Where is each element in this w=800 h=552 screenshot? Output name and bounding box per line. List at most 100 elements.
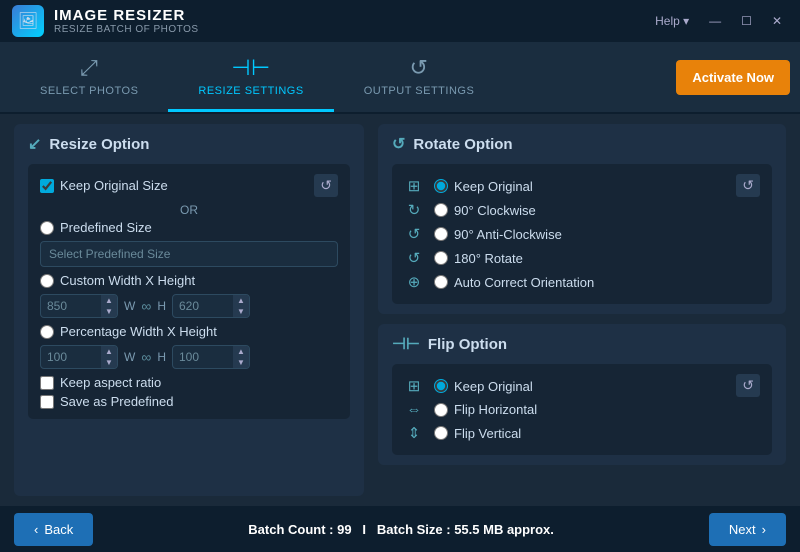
titlebar: 🖼 IMAGE RESIZER RESIZE BATCH OF PHOTOS H… [0, 0, 800, 42]
width-input[interactable] [41, 295, 101, 317]
resize-title-icon: ↙ [28, 134, 41, 154]
pct-width-up-btn[interactable]: ▲ [101, 346, 117, 357]
pct-wh-radio-label[interactable]: Percentage Width X Height [40, 324, 217, 339]
footer: ‹ Back Batch Count : 99 I Batch Size : 5… [0, 506, 800, 552]
right-panel: ↺ Rotate Option ⊞ Keep Original [378, 124, 786, 496]
titlebar-controls: Help ▾ — ☐ ✕ [649, 12, 788, 30]
flip-keep-radio-label[interactable]: Keep Original [434, 379, 533, 394]
activate-now-button[interactable]: Activate Now [676, 60, 790, 95]
output-settings-label: OUTPUT SETTINGS [364, 85, 475, 97]
pct-height-down-btn[interactable]: ▼ [233, 357, 249, 368]
keep-original-checkbox[interactable] [40, 179, 54, 193]
pct-height-input[interactable] [173, 346, 233, 368]
flip-option-panel: ⊣⊢ Flip Option ⊞ Keep Original [378, 324, 786, 465]
flip-horizontal-icon: ⇔ [404, 401, 424, 418]
nav-output-settings[interactable]: ↺ OUTPUT SETTINGS [334, 42, 505, 112]
flip-title-icon: ⊣⊢ [392, 334, 420, 354]
pct-wh-radio[interactable] [40, 325, 54, 339]
rotate-auto: ⊕ Auto Correct Orientation [404, 270, 594, 294]
flip-vertical-radio-label[interactable]: Flip Vertical [434, 426, 521, 441]
next-button[interactable]: Next › [709, 513, 786, 546]
width-up-btn[interactable]: ▲ [101, 295, 117, 306]
flip-horizontal: ⇔ Flip Horizontal [404, 398, 537, 421]
keep-original-row: Keep Original Size ↺ [40, 174, 338, 197]
help-button[interactable]: Help ▾ [649, 12, 695, 30]
rotate-reset-button[interactable]: ↺ [736, 174, 760, 197]
rotate-90acw-radio[interactable] [434, 227, 448, 241]
keep-original-checkbox-label[interactable]: Keep Original Size [40, 178, 168, 193]
select-photos-label: SELECT PHOTOS [40, 85, 138, 97]
predefined-radio[interactable] [40, 221, 54, 235]
pct-width-spinner: ▲ ▼ [101, 346, 117, 368]
keep-aspect-label[interactable]: Keep aspect ratio [40, 375, 161, 390]
width-input-group: ▲ ▼ [40, 294, 118, 318]
nav-select-photos[interactable]: ⤢ SELECT PHOTOS [10, 42, 168, 112]
keep-aspect-row: Keep aspect ratio [40, 375, 338, 390]
pct-width-input[interactable] [41, 346, 101, 368]
flip-horizontal-radio-label[interactable]: Flip Horizontal [434, 402, 537, 417]
rotate-option-box: ⊞ Keep Original ↻ 90° Clockwise [392, 164, 772, 304]
keep-aspect-checkbox[interactable] [40, 376, 54, 390]
rotate-90-cw: ↻ 90° Clockwise [404, 198, 594, 222]
app-icon: 🖼 [12, 5, 44, 37]
pct-wh-row: Percentage Width X Height [40, 324, 338, 339]
flip-option-box: ⊞ Keep Original ⇔ Flip Horizontal [392, 364, 772, 455]
flip-keep-radio[interactable] [434, 379, 448, 393]
app-title: IMAGE RESIZER [54, 7, 639, 24]
predefined-radio-label[interactable]: Predefined Size [40, 220, 152, 235]
height-input[interactable] [173, 295, 233, 317]
pct-height-up-btn[interactable]: ▲ [233, 346, 249, 357]
custom-wh-radio[interactable] [40, 274, 54, 288]
height-spinner: ▲ ▼ [233, 295, 249, 317]
save-predefined-row: Save as Predefined [40, 394, 338, 409]
flip-option-title: ⊣⊢ Flip Option [392, 334, 772, 354]
rotate-90cw-radio[interactable] [434, 203, 448, 217]
resize-settings-icon: ⊣⊢ [231, 55, 270, 81]
or-divider: OR [40, 203, 338, 217]
pct-height-spinner: ▲ ▼ [233, 346, 249, 368]
height-down-btn[interactable]: ▼ [233, 306, 249, 317]
select-photos-icon: ⤢ [80, 55, 98, 81]
back-icon: ‹ [34, 522, 38, 537]
custom-wh-radio-label[interactable]: Custom Width X Height [40, 273, 195, 288]
rotate-option-title: ↺ Rotate Option [392, 134, 772, 154]
navbar: ⤢ SELECT PHOTOS ⊣⊢ RESIZE SETTINGS ↺ OUT… [0, 42, 800, 114]
save-predefined-label[interactable]: Save as Predefined [40, 394, 173, 409]
flip-vertical: ⇕ Flip Vertical [404, 421, 537, 445]
flip-keep-original: ⊞ Keep Original [404, 374, 537, 398]
pct-width-down-btn[interactable]: ▼ [101, 357, 117, 368]
height-up-btn[interactable]: ▲ [233, 295, 249, 306]
app-subtitle: RESIZE BATCH OF PHOTOS [54, 24, 639, 35]
close-button[interactable]: ✕ [766, 12, 788, 30]
resize-reset-button[interactable]: ↺ [314, 174, 338, 197]
nav-resize-settings[interactable]: ⊣⊢ RESIZE SETTINGS [168, 42, 333, 112]
width-spinner: ▲ ▼ [101, 295, 117, 317]
rotate-90acw-radio-label[interactable]: 90° Anti-Clockwise [434, 227, 562, 242]
resize-settings-label: RESIZE SETTINGS [198, 85, 303, 97]
rotate-auto-radio-label[interactable]: Auto Correct Orientation [434, 275, 594, 290]
save-predefined-checkbox[interactable] [40, 395, 54, 409]
flip-reset-button[interactable]: ↺ [736, 374, 760, 397]
rotate-180-radio[interactable] [434, 251, 448, 265]
flip-vertical-radio[interactable] [434, 426, 448, 440]
rotate-keep-radio[interactable] [434, 179, 448, 193]
resize-option-title: ↙ Resize Option [28, 134, 350, 154]
maximize-button[interactable]: ☐ [735, 12, 758, 30]
rotate-180: ↺ 180° Rotate [404, 246, 594, 270]
rotate-90acw-icon: ↺ [404, 225, 424, 243]
rotate-title-icon: ↺ [392, 134, 405, 154]
rotate-90cw-icon: ↻ [404, 201, 424, 219]
app-title-block: IMAGE RESIZER RESIZE BATCH OF PHOTOS [54, 7, 639, 35]
minimize-button[interactable]: — [703, 12, 727, 30]
custom-dim-row: ▲ ▼ W ∞ H ▲ ▼ [40, 294, 338, 318]
flip-horizontal-radio[interactable] [434, 403, 448, 417]
rotate-keep-original-radio-label[interactable]: Keep Original [434, 179, 533, 194]
predefined-select[interactable]: Select Predefined Size [40, 241, 338, 267]
rotate-90cw-radio-label[interactable]: 90° Clockwise [434, 203, 536, 218]
flip-options-list: ⊞ Keep Original ⇔ Flip Horizontal [404, 374, 537, 445]
pct-width-input-group: ▲ ▼ [40, 345, 118, 369]
rotate-auto-radio[interactable] [434, 275, 448, 289]
width-down-btn[interactable]: ▼ [101, 306, 117, 317]
rotate-180-radio-label[interactable]: 180° Rotate [434, 251, 523, 266]
back-button[interactable]: ‹ Back [14, 513, 93, 546]
